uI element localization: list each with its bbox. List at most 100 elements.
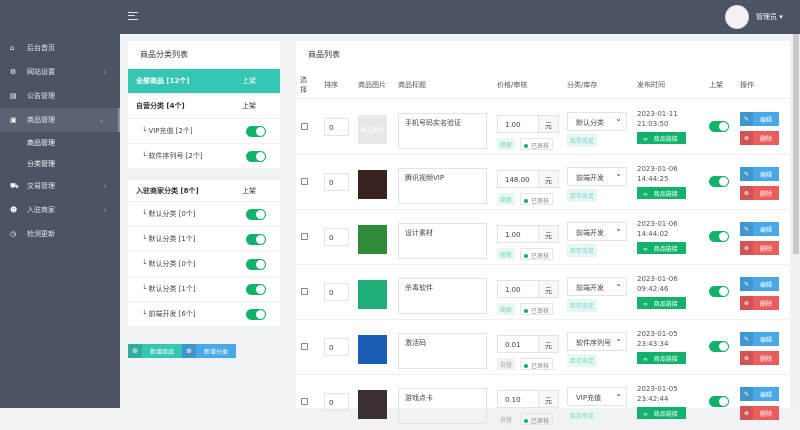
category-child[interactable]: └ 软件序列号 [2个]	[128, 144, 280, 169]
price-value: 1.00	[505, 121, 521, 129]
edit-button[interactable]: ✎ 编辑	[740, 332, 779, 346]
edit-button[interactable]: ✎ 编辑	[740, 277, 779, 291]
price-input[interactable]: 0.10 元	[497, 390, 559, 408]
category-self[interactable]: 自营分类 [4个] 上架	[128, 94, 280, 119]
row-checkbox[interactable]	[301, 178, 308, 185]
delete-button[interactable]: ⊗ 删除	[740, 186, 779, 200]
category-label: └ VIP充值 [2个]	[142, 127, 193, 135]
price-input[interactable]: 1.00 元	[497, 280, 559, 298]
add-goods-button[interactable]: ⊕ 新增商品	[128, 344, 183, 358]
status-toggle[interactable]	[246, 233, 266, 245]
category-child[interactable]: └ VIP充值 [2个]	[128, 119, 280, 144]
title-textarea[interactable]: 设计素材	[398, 223, 487, 259]
status-toggle[interactable]	[246, 208, 266, 220]
category-merchant[interactable]: 入驻商家分类 [8个] 上架	[128, 180, 280, 202]
onsale-toggle[interactable]	[709, 176, 729, 187]
avatar[interactable]	[725, 5, 749, 29]
category-child[interactable]: └ 前端开发 [6个]	[128, 302, 280, 327]
category-select[interactable]: 软件序列号	[567, 332, 627, 351]
sort-input[interactable]: 0	[324, 228, 349, 246]
title-textarea[interactable]: 杀毒软件	[398, 278, 487, 314]
edit-button[interactable]: ✎ 编辑	[740, 167, 779, 181]
notice-icon: ▤	[10, 92, 17, 100]
goods-link-button[interactable]: ∞ 商品链接	[637, 132, 686, 144]
button-label: 新增商品	[150, 348, 175, 356]
sidebar-item-label: 网站设置	[27, 68, 55, 76]
goods-link-button[interactable]: ∞ 商品链接	[637, 352, 686, 364]
status-toggle[interactable]	[246, 308, 266, 320]
price-input[interactable]: 1.00 元	[497, 115, 559, 133]
edit-button[interactable]: ✎ 编辑	[740, 112, 779, 126]
category-select[interactable]: 前端开发	[567, 167, 627, 186]
sidebar-item-notice[interactable]: ▤ 公告管理	[0, 84, 120, 108]
add-category-button[interactable]: ⊕ 新增分类	[182, 344, 237, 358]
price-input[interactable]: 148.00 元	[497, 170, 559, 188]
column-header: 排序	[324, 81, 338, 89]
status-toggle[interactable]	[246, 150, 266, 162]
category-select[interactable]: 前端开发	[567, 222, 627, 241]
price-input[interactable]: 1.00 元	[497, 225, 559, 243]
goods-link-button[interactable]: ∞ 商品链接	[637, 407, 686, 419]
category-select[interactable]: 前端开发	[567, 277, 627, 296]
category-child[interactable]: └ 默认分类 [1个]	[128, 227, 280, 252]
title-textarea[interactable]: 手机号码实名验证	[398, 113, 487, 149]
category-label: └ 默认分类 [1个]	[142, 235, 196, 243]
category-select[interactable]: VIP充值	[567, 387, 627, 406]
goods-link-button[interactable]: ∞ 商品链接	[637, 242, 686, 254]
sidebar-item-merchant[interactable]: ☻ 入驻商家 ›	[0, 198, 120, 222]
scrollbar-thumb[interactable]	[793, 34, 799, 254]
edit-button[interactable]: ✎ 编辑	[740, 222, 779, 236]
sidebar-subitem[interactable]: 商品管理	[0, 132, 120, 153]
menu-toggle-icon[interactable]	[128, 12, 138, 20]
category-status: 上架	[242, 77, 256, 85]
onsale-toggle[interactable]	[709, 231, 729, 242]
sidebar-item-home[interactable]: ⌂ 后台首页	[0, 36, 120, 60]
button-label: 删除	[760, 300, 773, 308]
category-select[interactable]: 默认分类	[567, 112, 627, 131]
status-toggle[interactable]	[246, 125, 266, 137]
sort-input[interactable]: 0	[324, 393, 349, 411]
row-checkbox[interactable]	[301, 288, 308, 295]
price-input[interactable]: 0.01 元	[497, 335, 559, 353]
status-toggle[interactable]	[246, 283, 266, 295]
sort-input[interactable]: 0	[324, 118, 349, 136]
row-checkbox[interactable]	[301, 343, 308, 350]
onsale-toggle[interactable]	[709, 396, 729, 407]
user-menu[interactable]: 管理员 ▾	[756, 12, 783, 22]
title-textarea[interactable]: 游戏点卡	[398, 388, 487, 424]
table-row: 0 游戏点卡 0.10 元 自营 已审核 VIP充值 库存充足 2023-01-0…	[296, 375, 790, 430]
sort-input[interactable]: 0	[324, 173, 349, 191]
onsale-toggle[interactable]	[709, 286, 729, 297]
category-child[interactable]: └ 默认分类 [0个]	[128, 202, 280, 227]
delete-button[interactable]: ⊗ 删除	[740, 406, 779, 420]
status-toggle[interactable]	[246, 258, 266, 270]
update-icon: ◷	[10, 230, 17, 238]
title-textarea[interactable]: 腾讯视频VIP	[398, 168, 487, 204]
title-textarea[interactable]: 激活码	[398, 333, 487, 369]
edit-button[interactable]: ✎ 编辑	[740, 387, 779, 401]
delete-button[interactable]: ⊗ 删除	[740, 351, 779, 365]
onsale-toggle[interactable]	[709, 341, 729, 352]
sidebar-item-update[interactable]: ◷ 检测更新	[0, 222, 120, 246]
pencil-icon: ✎	[740, 332, 753, 346]
sort-input[interactable]: 0	[324, 338, 349, 356]
source-badge: 商家	[497, 248, 516, 260]
delete-button[interactable]: ⊗ 删除	[740, 241, 779, 255]
sort-input[interactable]: 0	[324, 283, 349, 301]
goods-link-button[interactable]: ∞ 商品链接	[637, 297, 686, 309]
sidebar-item-goods[interactable]: ▣ 商品管理 ⌄	[0, 108, 120, 132]
goods-link-button[interactable]: ∞ 商品链接	[637, 187, 686, 199]
sidebar-item-trade[interactable]: ⛟ 交易管理 ›	[0, 174, 120, 198]
row-checkbox[interactable]	[301, 398, 308, 405]
onsale-toggle[interactable]	[709, 121, 729, 132]
category-child[interactable]: └ 默认分类 [0个]	[128, 252, 280, 277]
category-child[interactable]: └ 默认分类 [1个]	[128, 277, 280, 302]
delete-button[interactable]: ⊗ 删除	[740, 296, 779, 310]
chevron-icon: ›	[103, 182, 106, 190]
row-checkbox[interactable]	[301, 123, 308, 130]
sidebar-subitem[interactable]: 分类管理	[0, 153, 120, 174]
delete-button[interactable]: ⊗ 删除	[740, 131, 779, 145]
row-checkbox[interactable]	[301, 233, 308, 240]
category-all[interactable]: 全部商品 [12个] 上架	[128, 69, 280, 94]
sidebar-item-settings[interactable]: ⚙ 网站设置 ›	[0, 60, 120, 84]
